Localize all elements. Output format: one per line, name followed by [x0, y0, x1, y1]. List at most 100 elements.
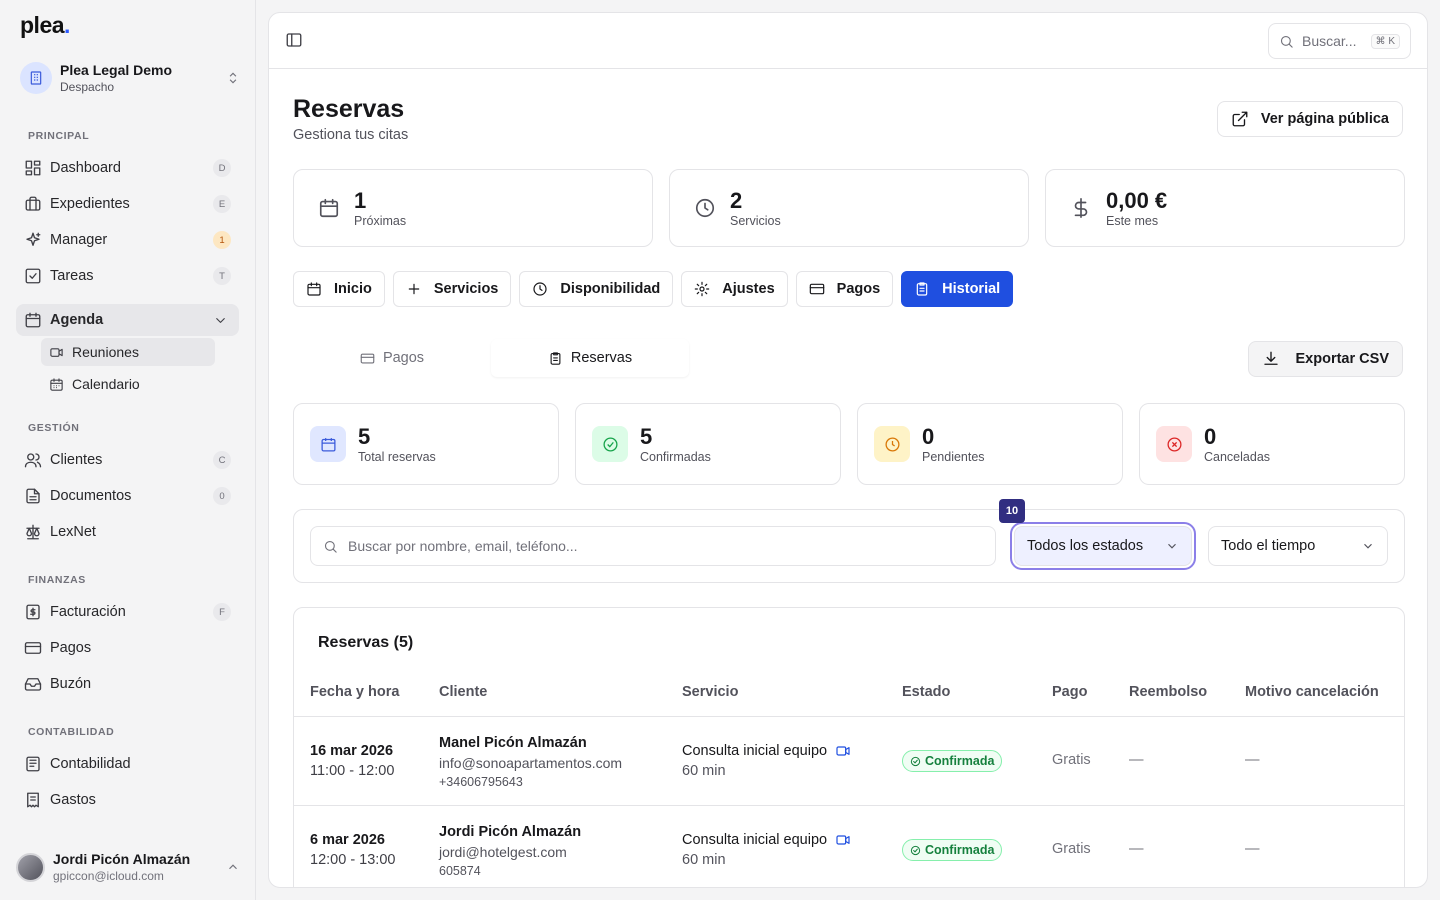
section-gestion: GESTIÓN: [28, 422, 80, 434]
tab-ajustes[interactable]: Ajustes: [681, 271, 788, 307]
clipboard-icon: [914, 281, 930, 297]
sidebar-toggle-icon[interactable]: [285, 31, 303, 49]
column-header[interactable]: Cliente: [439, 684, 487, 700]
main-panel: Buscar... ⌘ K Reservas Gestiona tus cita…: [268, 12, 1428, 888]
tab-historial[interactable]: Historial: [901, 271, 1014, 307]
calendar-days-icon: [49, 377, 64, 392]
summary-pendientes: 0 Pendientes: [857, 403, 1123, 485]
user-menu[interactable]: Jordi Picón Almazán gpiccon@icloud.com: [0, 834, 255, 900]
sidebar: plea. Plea Legal Demo Despacho PRINCIPAL…: [0, 0, 256, 900]
layout-grid-icon: [24, 159, 42, 177]
file-text-icon: [24, 487, 42, 505]
notification-badge: 1: [213, 231, 231, 249]
check-square-icon: [24, 267, 42, 285]
export-csv-button[interactable]: Exportar CSV: [1247, 341, 1403, 377]
org-name: Plea Legal Demo: [60, 62, 173, 78]
status-badge: Confirmada: [902, 839, 1003, 861]
video-icon: [49, 345, 64, 360]
sidebar-item-lexnet[interactable]: LexNet: [16, 516, 239, 548]
public-page-button[interactable]: Ver página pública: [1216, 101, 1403, 137]
element-index-badge: 10: [999, 499, 1025, 523]
column-header[interactable]: Estado: [902, 684, 950, 700]
history-subtabs: Pagos Reservas: [293, 339, 689, 377]
shortcut-badge: E: [213, 195, 231, 213]
avatar: [16, 852, 45, 882]
sidebar-item-contabilidad[interactable]: Contabilidad: [16, 748, 239, 780]
tab-inicio[interactable]: Inicio: [293, 271, 385, 307]
org-type: Despacho: [60, 80, 115, 94]
app-logo[interactable]: plea.: [20, 12, 70, 39]
period-select[interactable]: Todo el tiempo: [1208, 526, 1388, 566]
table-row[interactable]: 6 mar 2026 12:00 - 13:00 Jordi Picón Alm…: [294, 806, 1404, 887]
column-header[interactable]: Servicio: [682, 684, 738, 700]
stat-card-proximas: 1 Próximas: [293, 169, 653, 247]
shortcut-badge: D: [213, 159, 231, 177]
sidebar-item-calendario[interactable]: Calendario: [41, 370, 215, 398]
tab-pagos[interactable]: Pagos: [795, 271, 894, 307]
filter-bar: Buscar por nombre, email, teléfono... To…: [293, 509, 1405, 583]
section-contabilidad: CONTABILIDAD: [28, 726, 115, 738]
sidebar-item-reuniones[interactable]: Reuniones: [41, 338, 215, 366]
sidebar-item-clientes[interactable]: Clientes C: [16, 444, 239, 476]
calendar-icon: [318, 197, 340, 219]
section-finanzas: FINANZAS: [28, 574, 86, 586]
page-title: Reservas: [293, 95, 405, 123]
chevron-down-icon: [1361, 539, 1375, 553]
tab-disponibilidad[interactable]: Disponibilidad: [519, 271, 674, 307]
org-switcher[interactable]: Plea Legal Demo Despacho: [20, 60, 240, 96]
shortcut-badge: 0: [213, 487, 231, 505]
sidebar-item-manager[interactable]: Manager 1: [16, 224, 239, 256]
inbox-icon: [24, 675, 42, 693]
receipt-icon: [24, 603, 42, 621]
clock-icon: [694, 197, 716, 219]
shortcut-badge: C: [213, 451, 231, 469]
subtab-pagos[interactable]: Pagos: [293, 339, 491, 377]
column-header[interactable]: Motivo cancelación: [1245, 684, 1379, 700]
search-icon: [323, 539, 338, 554]
status-badge: Confirmada: [902, 750, 1003, 772]
global-search[interactable]: Buscar... ⌘ K: [1268, 23, 1411, 59]
clipboard-icon: [548, 351, 563, 366]
scale-icon: [24, 523, 42, 541]
stat-card-servicios: 2 Servicios: [669, 169, 1029, 247]
check-circle-icon: [910, 845, 921, 856]
search-icon: [1279, 34, 1294, 49]
sidebar-item-facturacion[interactable]: Facturación F: [16, 596, 239, 628]
clock-icon: [532, 281, 548, 297]
column-header[interactable]: Fecha y hora: [310, 684, 399, 700]
topbar: Buscar... ⌘ K: [269, 13, 1427, 69]
dollar-icon: [1070, 197, 1092, 219]
status-select[interactable]: Todos los estados: [1010, 522, 1196, 570]
sidebar-item-agenda[interactable]: Agenda: [16, 304, 239, 336]
column-header[interactable]: Reembolso: [1129, 684, 1207, 700]
booking-search-input[interactable]: Buscar por nombre, email, teléfono...: [310, 526, 996, 566]
sidebar-item-dashboard[interactable]: Dashboard D: [16, 152, 239, 184]
sidebar-item-buzon[interactable]: Buzón: [16, 668, 239, 700]
ledger-icon: [24, 755, 42, 773]
video-icon: [835, 832, 851, 848]
sidebar-item-expedientes[interactable]: Expedientes E: [16, 188, 239, 220]
sidebar-item-documentos[interactable]: Documentos 0: [16, 480, 239, 512]
column-header[interactable]: Pago: [1052, 684, 1087, 700]
shortcut-badge: F: [213, 603, 231, 621]
tab-servicios[interactable]: Servicios: [392, 271, 512, 307]
plus-icon: [406, 281, 422, 297]
credit-card-icon: [809, 281, 825, 297]
users-icon: [24, 451, 42, 469]
clock-icon: [874, 426, 910, 462]
section-tabs: Inicio Servicios Disponibilidad Ajustes …: [293, 271, 1014, 307]
video-icon: [835, 743, 851, 759]
chevron-up-icon: [226, 860, 240, 874]
sidebar-item-tareas[interactable]: Tareas T: [16, 260, 239, 292]
sidebar-item-pagos[interactable]: Pagos: [16, 632, 239, 664]
receipt-icon: [24, 791, 42, 809]
summary-canceladas: 0 Canceladas: [1139, 403, 1405, 485]
check-circle-icon: [910, 756, 921, 767]
table-row[interactable]: 16 mar 2026 11:00 - 12:00 Manel Picón Al…: [294, 717, 1404, 806]
user-name: Jordi Picón Almazán: [53, 851, 191, 867]
building-icon: [20, 62, 52, 94]
chevron-down-icon: [213, 313, 231, 328]
credit-card-icon: [360, 351, 375, 366]
subtab-reservas[interactable]: Reservas: [491, 339, 689, 377]
sidebar-item-gastos[interactable]: Gastos: [16, 784, 239, 816]
